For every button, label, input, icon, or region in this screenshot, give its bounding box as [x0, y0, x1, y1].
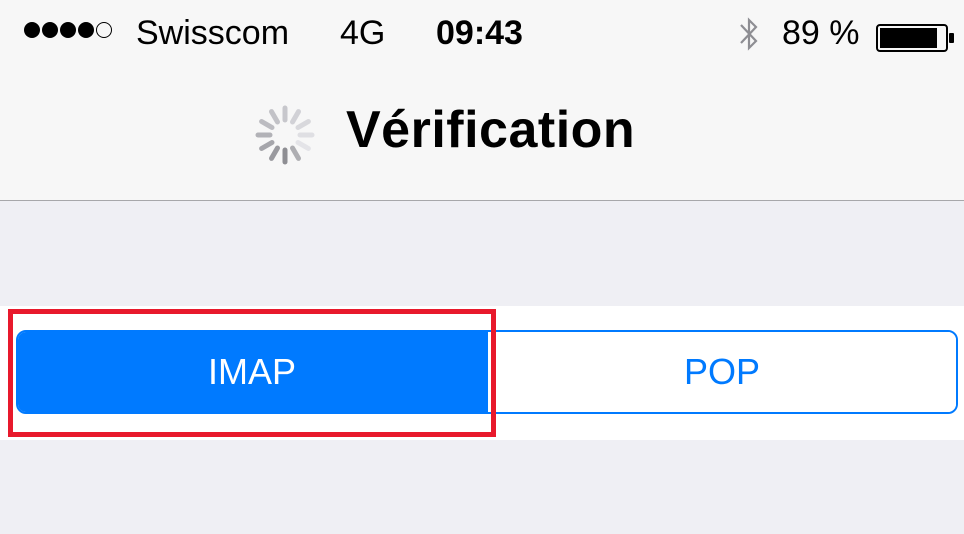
header: Swisscom 4G 09:43 89 % Vérification [0, 0, 964, 201]
activity-spinner-icon [255, 105, 315, 165]
signal-dots-icon [24, 22, 112, 38]
segment-pop[interactable]: POP [486, 332, 956, 412]
battery-icon [876, 24, 954, 52]
navigation-bar: Vérification [0, 72, 964, 200]
signal-dot [42, 22, 58, 38]
battery-percentage: 89 % [782, 14, 860, 52]
signal-dot [60, 22, 76, 38]
bluetooth-icon [740, 17, 758, 51]
carrier-name: Swisscom [136, 14, 290, 52]
segment-imap[interactable]: IMAP [18, 332, 486, 412]
account-type-section: IMAP POP [0, 306, 964, 440]
signal-dot [24, 22, 40, 38]
account-type-segmented-control: IMAP POP [16, 330, 958, 414]
status-time: 09:43 [436, 14, 523, 52]
signal-dot-empty [96, 22, 112, 38]
mail-account-setup-screen: Swisscom 4G 09:43 89 % Vérification IMAP… [0, 0, 964, 534]
signal-dot [78, 22, 94, 38]
network-type: 4G [340, 14, 386, 52]
page-title: Vérification [346, 101, 636, 159]
status-bar: Swisscom 4G 09:43 89 % [0, 0, 964, 72]
